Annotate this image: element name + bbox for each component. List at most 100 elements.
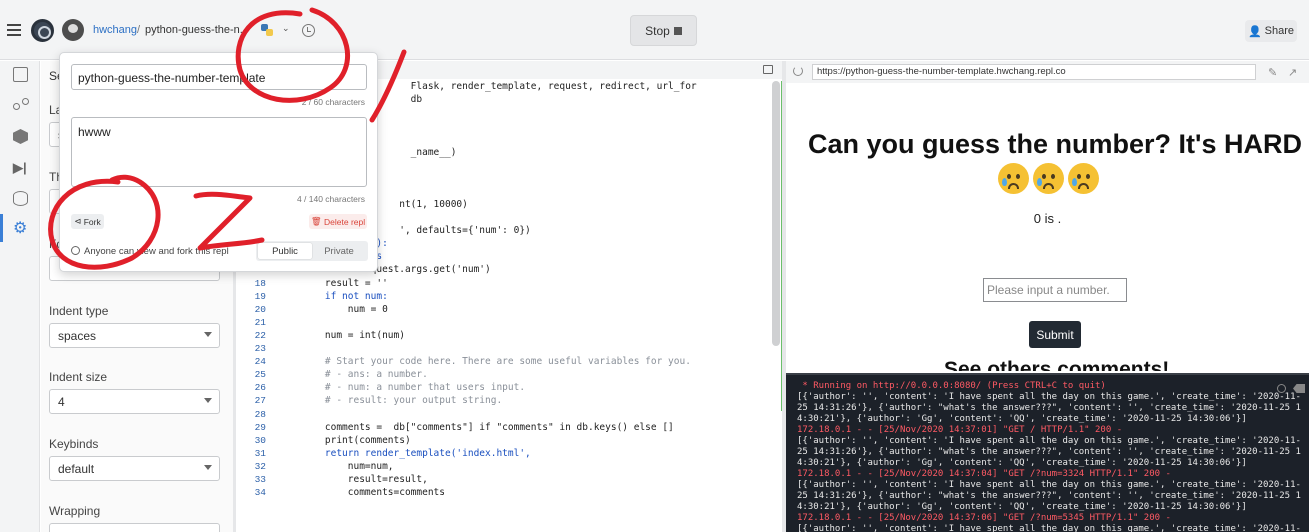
console-line: 4:30:21'}, {'author': 'Gg', 'content': '… <box>797 502 1247 512</box>
line-number: 33 <box>254 474 266 485</box>
stop-button[interactable]: Stop <box>630 15 697 46</box>
code-line: num=num, <box>302 460 394 472</box>
console-line: 4:30:21'}, {'author': 'Gg', 'content': '… <box>797 458 1247 468</box>
lang-python-icon[interactable] <box>261 24 273 36</box>
fork-icon: ⊲ <box>74 216 84 226</box>
keybinds-label: Keybinds <box>49 437 99 451</box>
emoji-row <box>998 163 1099 194</box>
line-number: 26 <box>254 382 266 394</box>
console-line: 172.18.0.1 - - [25/Nov/2020 14:37:01] "G… <box>797 425 1123 435</box>
sad-tear-emoji-icon <box>1033 163 1064 194</box>
console-line: 172.18.0.1 - - [25/Nov/2020 14:37:04] "G… <box>797 469 1171 479</box>
code-line: # - ans: a number. <box>302 369 428 381</box>
webview-panel: https://python-guess-the-number-template… <box>786 61 1309 371</box>
stop-icon <box>673 26 682 35</box>
console-line: [{'author': '', 'content': 'I have spent… <box>797 524 1301 532</box>
keybinds-select[interactable]: default <box>49 456 220 481</box>
name-char-count: 2 / 60 characters <box>301 97 365 107</box>
history-icon[interactable] <box>302 24 315 37</box>
line-number: 25 <box>254 369 266 381</box>
console-line: * Running on http://0.0.0.0:8080/ (Press… <box>797 381 1106 391</box>
console-line: 25 14:31:26'}, {'author': "what's the an… <box>797 447 1301 457</box>
avatar[interactable] <box>62 19 84 41</box>
code-line: result=result, <box>302 474 428 485</box>
gear-icon[interactable]: ⚙ <box>0 214 28 242</box>
code-line: result = '' <box>302 277 388 289</box>
editor-menu-icon[interactable] <box>763 65 773 74</box>
public-option[interactable]: Public <box>258 243 312 259</box>
replit-logo[interactable] <box>31 19 54 42</box>
keybinds-value: default <box>58 462 95 476</box>
console-panel[interactable]: * Running on http://0.0.0.0:8080/ (Press… <box>786 373 1309 532</box>
editor-scrollbar[interactable] <box>772 81 780 346</box>
line-number: 28 <box>254 408 266 420</box>
chevron-down-icon <box>204 398 212 403</box>
database-icon[interactable] <box>13 191 28 206</box>
indent-type-label: Indent type <box>49 304 109 318</box>
delete-repl-button[interactable]: 🗑 Delete repl <box>309 214 367 229</box>
repl-description-input[interactable]: hwww <box>71 117 367 187</box>
private-option[interactable]: Private <box>312 243 366 259</box>
version-control-icon[interactable] <box>13 98 29 113</box>
code-line: # Start your code here. There are some u… <box>302 356 691 368</box>
code-line: print(comments) <box>302 434 411 446</box>
console-line: [{'author': '', 'content': 'I have spent… <box>797 392 1301 402</box>
chevron-down-icon[interactable]: ⌄ <box>282 23 290 34</box>
indent-size-value: 4 <box>58 395 65 409</box>
indent-type-value: spaces <box>58 329 97 343</box>
chevron-down-icon <box>204 465 212 470</box>
code-line: num = 0 <box>302 303 388 315</box>
fork-label: Fork <box>83 216 101 227</box>
indent-size-label: Indent size <box>49 370 108 384</box>
menu-icon[interactable] <box>7 24 21 36</box>
delete-label: Delete repl <box>324 216 366 227</box>
wrapping-select[interactable] <box>49 523 220 532</box>
visibility-toggle: Public Private <box>256 241 368 261</box>
top-bar: hwchang / python-guess-the-n... ⌄ Stop 👤… <box>0 0 1309 60</box>
packages-icon[interactable] <box>13 129 28 144</box>
open-external-icon[interactable]: ↗ <box>1288 66 1297 79</box>
edit-icon[interactable]: ✎ <box>1268 66 1277 79</box>
page-heading: Can you guess the number? It's HARD <box>808 129 1302 159</box>
share-icon: 👤 <box>1247 25 1262 38</box>
share-button[interactable]: 👤 Share <box>1245 20 1297 42</box>
fork-button[interactable]: ⊲ Fork <box>71 214 104 229</box>
line-number: 18 <box>254 277 266 289</box>
repl-workspace: hwchang / python-guess-the-n... ⌄ Stop 👤… <box>0 0 1309 532</box>
submit-button[interactable]: Submit <box>1029 321 1081 348</box>
share-label: Share <box>1264 25 1295 37</box>
console-line: 25 14:31:26'}, {'author': "what's the an… <box>797 403 1301 413</box>
trash-icon: 🗑 <box>310 216 325 226</box>
breadcrumb-user[interactable]: hwchang <box>93 24 137 36</box>
comments-heading: See others comments! <box>944 358 1170 371</box>
line-number: 21 <box>254 316 266 328</box>
url-field[interactable]: https://python-guess-the-number-template… <box>812 64 1256 80</box>
repl-name-input[interactable]: python-guess-the-number-template <box>71 64 367 90</box>
indent-type-select[interactable]: spaces <box>49 323 220 348</box>
file-icon[interactable] <box>13 67 28 82</box>
globe-icon <box>71 246 80 255</box>
breadcrumb-repl-name[interactable]: python-guess-the-n... <box>145 24 245 36</box>
line-number: 27 <box>254 395 266 407</box>
line-number: 22 <box>254 329 266 341</box>
chevron-down-icon <box>204 332 212 337</box>
icon-sidebar: ▶| ⚙ <box>0 61 40 532</box>
code-line: comments=comments <box>302 487 445 499</box>
url-bar: https://python-guess-the-number-template… <box>786 61 1309 83</box>
console-line: 25 14:31:26'}, {'author': "what's the an… <box>797 491 1301 501</box>
number-input[interactable]: Please input a number. <box>983 278 1127 302</box>
code-line: # - num: a number that users input. <box>302 382 526 394</box>
search-icon[interactable] <box>1277 384 1286 393</box>
code-line: if not num: <box>302 290 388 302</box>
indent-size-select[interactable]: 4 <box>49 389 220 414</box>
run-icon[interactable]: ▶| <box>13 160 28 175</box>
code-line: return render_template('index.html', <box>302 447 531 459</box>
description-char-count: 4 / 140 characters <box>296 194 365 204</box>
sad-tear-emoji-icon <box>998 163 1029 194</box>
line-number: 30 <box>254 434 266 446</box>
reload-icon[interactable] <box>793 66 803 76</box>
code-line: # - result: your output string. <box>302 395 503 407</box>
sad-tear-emoji-icon <box>1068 163 1099 194</box>
line-number: 29 <box>254 421 266 433</box>
result-text: 0 is . <box>1033 211 1062 226</box>
